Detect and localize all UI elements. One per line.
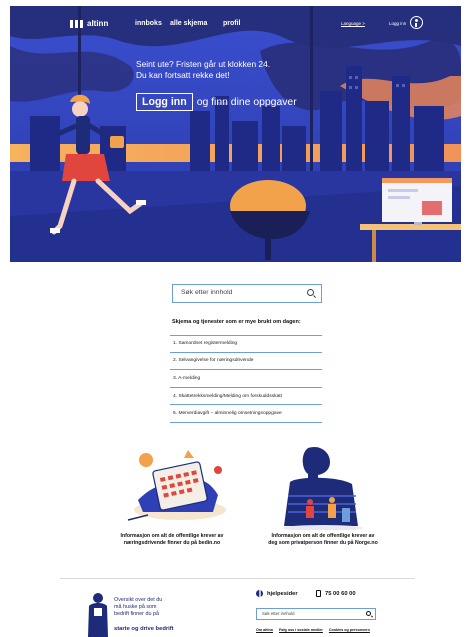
search-input[interactable]: Søk etter innhold (172, 284, 322, 303)
business-info-text[interactable]: Informasjon om alt de offentlige krever … (103, 533, 241, 547)
altinn-logo[interactable]: altinn (70, 19, 108, 28)
hero-illustration (10, 6, 461, 262)
overview-line-2: må huske på som (114, 604, 157, 610)
footer-link-about[interactable]: Om altinn (256, 628, 273, 632)
logo-text: altinn (87, 19, 109, 28)
top-navigation: altinn innboks alle skjema profil Langua… (10, 6, 461, 36)
footer-search-placeholder: Søk etter innhold (262, 611, 295, 616)
footer-search-input[interactable]: Søk etter innhold (256, 608, 376, 620)
popular-form-link[interactable]: 1. Samordnet registermelding (170, 335, 322, 353)
entrepreneur-illustration (88, 593, 108, 637)
footer-link-privacy[interactable]: Cookies og personvern (329, 628, 370, 632)
section-divider (60, 578, 415, 579)
footer-links: Om altinn Følg oss i sosiale medier Cook… (256, 628, 370, 632)
nav-profile[interactable]: profil (223, 20, 241, 27)
popular-form-link[interactable]: 2. Selvangivelse for næringsdrivende (170, 353, 322, 371)
phone-contact[interactable]: 75 00 60 00 (316, 590, 356, 597)
header-login-link[interactable]: Logg inn (389, 21, 406, 26)
footer-link-social[interactable]: Følg oss i sosiale medier (279, 628, 323, 632)
popular-form-link[interactable]: 4. Skattetrekksmelding/Melding om forsku… (170, 388, 322, 406)
business-illustration[interactable] (118, 440, 238, 530)
language-link[interactable]: Language > (341, 21, 365, 26)
popular-form-link[interactable]: 3. A-melding (170, 370, 322, 388)
footer-overview-text: Oversikt over det du må huske på som bed… (114, 597, 162, 618)
private-info-line-1: Informasjon om alt de offentlige krever … (271, 533, 375, 539)
start-business-link[interactable]: starte og drive bedrift (114, 626, 174, 632)
help-pages-link[interactable]: hjelpesider (256, 590, 298, 597)
private-person-illustration[interactable] (278, 440, 368, 530)
overview-line-3: bedrift finner du på (114, 611, 159, 617)
globe-icon (256, 590, 263, 597)
popular-forms-title: Skjema og tjenester som er mye brukt om … (172, 319, 301, 325)
popular-forms-list: 1. Samordnet registermelding 2. Selvangi… (170, 335, 322, 423)
business-info-line-1: Informasjon om alt de offentlige krever … (120, 533, 224, 539)
nav-inbox[interactable]: innboks (135, 20, 162, 27)
hero-headline: Seint ute? Fristen går ut klokken 24. Du… (136, 59, 270, 81)
cta-text: og finn dine oppgaver (196, 96, 297, 108)
search-placeholder: Søk etter innhold (181, 289, 233, 296)
altinn-logo-icon (70, 19, 84, 28)
hero-banner: altinn innboks alle skjema profil Langua… (10, 6, 461, 262)
login-button[interactable]: Logg inn (136, 93, 193, 111)
headline-line-1: Seint ute? Fristen går ut klokken 24. (136, 59, 271, 69)
help-label: hjelpesider (267, 590, 298, 597)
private-info-line-2: deg som privatperson finner du på Norge.… (268, 540, 378, 546)
phone-number: 75 00 60 00 (325, 590, 356, 597)
phone-icon (316, 590, 321, 597)
popular-form-link[interactable]: 5. Merverdiavgift – alminnelig omsetning… (170, 405, 322, 423)
search-icon[interactable] (307, 289, 314, 296)
search-icon[interactable] (366, 611, 371, 616)
user-icon[interactable] (410, 16, 423, 29)
nav-all-forms[interactable]: alle skjema (170, 20, 207, 27)
overview-line-1: Oversikt over det du (114, 597, 163, 603)
private-info-text[interactable]: Informasjon om alt de offentlige krever … (248, 533, 398, 547)
business-info-line-2: næringsdrivende finner du på bedin.no (123, 540, 221, 546)
headline-line-2: Du kan fortsatt rekke det! (136, 70, 230, 80)
hero-cta: Logg inn og finn dine oppgaver (136, 93, 297, 111)
